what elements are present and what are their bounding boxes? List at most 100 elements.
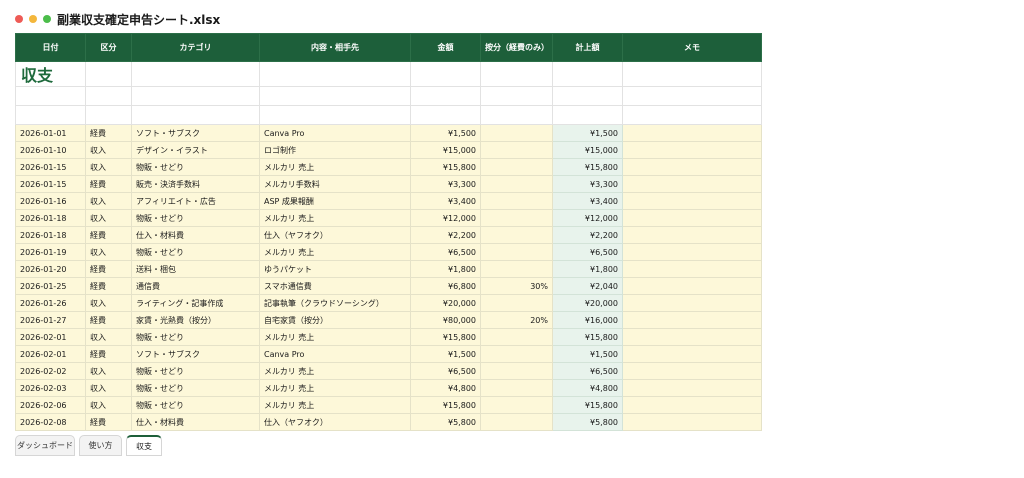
cell-type[interactable]: 経費: [85, 124, 132, 142]
cell-category[interactable]: 物販・せどり: [131, 396, 260, 414]
cell[interactable]: [480, 105, 553, 125]
cell-recorded-amount[interactable]: ¥3,300: [552, 175, 623, 193]
cell-amount[interactable]: ¥1,800: [410, 260, 481, 278]
cell-recorded-amount[interactable]: ¥15,800: [552, 158, 623, 176]
cell-category[interactable]: 仕入・材料費: [131, 226, 260, 244]
cell-allocation[interactable]: [480, 362, 553, 380]
cell[interactable]: [622, 61, 762, 87]
column-header-description[interactable]: 内容・相手先: [259, 33, 411, 62]
cell-allocation[interactable]: [480, 226, 553, 244]
cell-memo[interactable]: [622, 396, 762, 414]
cell-description[interactable]: 記事執筆（クラウドソーシング）: [259, 294, 411, 312]
cell-memo[interactable]: [622, 345, 762, 363]
cell-type[interactable]: 経費: [85, 175, 132, 193]
cell-category[interactable]: 物販・せどり: [131, 362, 260, 380]
cell-recorded-amount[interactable]: ¥6,500: [552, 362, 623, 380]
cell-amount[interactable]: ¥1,500: [410, 124, 481, 142]
cell-description[interactable]: 仕入（ヤフオク）: [259, 413, 411, 431]
cell[interactable]: [480, 86, 553, 106]
cell-amount[interactable]: ¥15,800: [410, 396, 481, 414]
cell-recorded-amount[interactable]: ¥5,800: [552, 413, 623, 431]
maximize-window-button[interactable]: [43, 15, 51, 23]
column-header-allocation[interactable]: 按分（経費のみ）: [480, 33, 553, 62]
cell-category[interactable]: 物販・せどり: [131, 379, 260, 397]
cell-category[interactable]: アフィリエイト・広告: [131, 192, 260, 210]
cell-allocation[interactable]: [480, 175, 553, 193]
cell-allocation[interactable]: [480, 260, 553, 278]
cell-type[interactable]: 経費: [85, 345, 132, 363]
cell-date[interactable]: 2026-01-10: [15, 141, 86, 159]
cell[interactable]: [85, 86, 132, 106]
cell[interactable]: [85, 105, 132, 125]
cell-memo[interactable]: [622, 294, 762, 312]
cell-description[interactable]: スマホ通信費: [259, 277, 411, 295]
sheet-title[interactable]: 収支: [15, 61, 86, 87]
cell-date[interactable]: 2026-02-03: [15, 379, 86, 397]
cell-recorded-amount[interactable]: ¥12,000: [552, 209, 623, 227]
cell-allocation[interactable]: [480, 413, 553, 431]
cell-memo[interactable]: [622, 277, 762, 295]
cell-recorded-amount[interactable]: ¥15,000: [552, 141, 623, 159]
cell-amount[interactable]: ¥3,400: [410, 192, 481, 210]
cell[interactable]: [259, 105, 411, 125]
cell-amount[interactable]: ¥5,800: [410, 413, 481, 431]
cell-type[interactable]: 収入: [85, 328, 132, 346]
cell-allocation[interactable]: [480, 396, 553, 414]
cell-type[interactable]: 経費: [85, 413, 132, 431]
cell-category[interactable]: 物販・せどり: [131, 243, 260, 261]
cell-allocation[interactable]: [480, 209, 553, 227]
cell[interactable]: [259, 86, 411, 106]
cell-description[interactable]: メルカリ 売上: [259, 379, 411, 397]
cell-description[interactable]: メルカリ 売上: [259, 158, 411, 176]
cell-amount[interactable]: ¥1,500: [410, 345, 481, 363]
cell-description[interactable]: 仕入（ヤフオク）: [259, 226, 411, 244]
cell-type[interactable]: 収入: [85, 362, 132, 380]
cell-amount[interactable]: ¥4,800: [410, 379, 481, 397]
cell-type[interactable]: 収入: [85, 192, 132, 210]
cell[interactable]: [131, 105, 260, 125]
cell-memo[interactable]: [622, 243, 762, 261]
cell-type[interactable]: 経費: [85, 277, 132, 295]
cell-allocation[interactable]: [480, 158, 553, 176]
cell-amount[interactable]: ¥6,500: [410, 362, 481, 380]
cell-type[interactable]: 経費: [85, 226, 132, 244]
cell-description[interactable]: ASP 成果報酬: [259, 192, 411, 210]
cell[interactable]: [622, 105, 762, 125]
tab-how-to-use[interactable]: 使い方: [79, 435, 122, 456]
cell-amount[interactable]: ¥2,200: [410, 226, 481, 244]
cell-type[interactable]: 収入: [85, 396, 132, 414]
cell[interactable]: [259, 61, 411, 87]
cell-amount[interactable]: ¥3,300: [410, 175, 481, 193]
cell-category[interactable]: 販売・決済手数料: [131, 175, 260, 193]
cell[interactable]: [131, 61, 260, 87]
cell-description[interactable]: 自宅家賃（按分）: [259, 311, 411, 329]
cell-allocation[interactable]: [480, 141, 553, 159]
cell[interactable]: [85, 61, 132, 87]
cell-memo[interactable]: [622, 379, 762, 397]
cell-date[interactable]: 2026-02-01: [15, 345, 86, 363]
cell-category[interactable]: ソフト・サブスク: [131, 345, 260, 363]
cell-type[interactable]: 収入: [85, 141, 132, 159]
cell-allocation[interactable]: [480, 328, 553, 346]
cell-memo[interactable]: [622, 413, 762, 431]
cell-amount[interactable]: ¥12,000: [410, 209, 481, 227]
cell-date[interactable]: 2026-02-08: [15, 413, 86, 431]
cell-recorded-amount[interactable]: ¥20,000: [552, 294, 623, 312]
cell-allocation[interactable]: [480, 192, 553, 210]
cell-allocation[interactable]: [480, 379, 553, 397]
cell-recorded-amount[interactable]: ¥2,200: [552, 226, 623, 244]
cell-description[interactable]: Canva Pro: [259, 345, 411, 363]
cell-category[interactable]: 物販・せどり: [131, 209, 260, 227]
close-window-button[interactable]: [15, 15, 23, 23]
cell-type[interactable]: 収入: [85, 158, 132, 176]
cell-memo[interactable]: [622, 226, 762, 244]
cell[interactable]: [15, 86, 86, 106]
cell-amount[interactable]: ¥6,800: [410, 277, 481, 295]
cell-memo[interactable]: [622, 209, 762, 227]
cell-description[interactable]: ロゴ制作: [259, 141, 411, 159]
cell-category[interactable]: 通信費: [131, 277, 260, 295]
cell-recorded-amount[interactable]: ¥6,500: [552, 243, 623, 261]
cell-recorded-amount[interactable]: ¥1,800: [552, 260, 623, 278]
cell-description[interactable]: メルカリ 売上: [259, 209, 411, 227]
cell-memo[interactable]: [622, 362, 762, 380]
